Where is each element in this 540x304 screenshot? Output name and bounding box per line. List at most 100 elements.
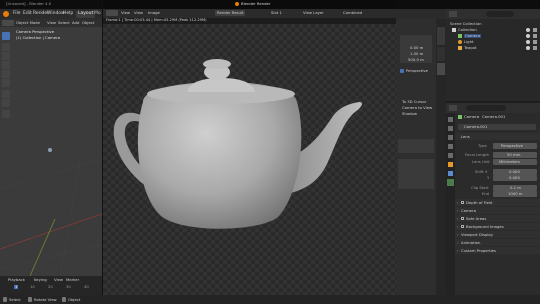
outliner[interactable]: Scene Collection Collection Camera Light…	[446, 9, 540, 101]
editor-type-icon[interactable]	[2, 20, 14, 26]
viewport-menu-add[interactable]: Add	[72, 21, 79, 25]
scale-tool-icon[interactable]	[2, 70, 10, 78]
blender-logo-icon[interactable]	[3, 11, 9, 17]
lens-unit-dropdown[interactable]: Millimeters	[493, 159, 537, 165]
timeline-menu-marker[interactable]: Marker	[66, 278, 79, 282]
camera-option[interactable]: Shadow	[402, 112, 417, 116]
menu-edit[interactable]: Edit	[23, 11, 32, 17]
menu-help[interactable]: Help	[63, 11, 73, 17]
status-object-hint: Object	[68, 296, 81, 302]
transform-tool-icon[interactable]	[2, 79, 10, 87]
3d-viewport[interactable]	[0, 19, 102, 295]
object-mode-dropdown[interactable]: Object Mode	[16, 21, 40, 25]
sidebar-tab-tool[interactable]	[437, 47, 445, 61]
camera-option[interactable]: Camera to View	[402, 106, 432, 110]
measure-tool-icon[interactable]	[2, 99, 10, 107]
checkbox-icon[interactable]	[400, 69, 404, 73]
clip-end-field[interactable]: 1000 m	[493, 191, 537, 197]
render-toggle-icon[interactable]	[533, 28, 537, 32]
camera-data-tab-icon[interactable]	[447, 179, 454, 186]
animation-section[interactable]: › Animation	[455, 239, 540, 246]
camera-data-selector[interactable]: Camera.001	[458, 124, 536, 130]
lens-type-dropdown[interactable]: Perspective	[493, 143, 537, 149]
tool-shelf	[2, 32, 10, 122]
current-frame-indicator[interactable]: 1	[14, 285, 19, 289]
safe-areas-section[interactable]: › Safe Areas	[455, 215, 540, 222]
shift-y-field[interactable]: 0.000	[493, 175, 537, 181]
checkbox-icon[interactable]	[461, 225, 464, 228]
viewport-display-section[interactable]: › Viewport Display	[455, 231, 540, 238]
field-label: Focal Length	[465, 152, 490, 157]
view-value-field[interactable]: 1.00 m	[410, 52, 423, 56]
timeline[interactable]: Playback Keying View Marker 1 10 20 30 4…	[0, 276, 102, 295]
cursor-tool-icon[interactable]	[2, 43, 10, 51]
editor-type-icon[interactable]	[106, 10, 118, 16]
scene-tab-icon[interactable]	[448, 144, 453, 149]
output-tab-icon[interactable]	[448, 135, 453, 140]
annotate-tool-icon[interactable]	[2, 90, 10, 98]
visibility-icon[interactable]	[526, 40, 530, 44]
object-tab-icon[interactable]	[448, 162, 453, 167]
outliner-item-camera[interactable]: Camera	[464, 34, 481, 38]
world-tab-icon[interactable]	[448, 153, 453, 158]
constraints-tab-icon[interactable]	[448, 171, 453, 176]
viewport-menu-view[interactable]: View	[47, 21, 56, 25]
header-menu-image[interactable]: Image	[148, 11, 160, 15]
render-toggle-icon[interactable]	[533, 34, 537, 38]
visibility-icon[interactable]	[526, 34, 530, 38]
outliner-search-input[interactable]	[486, 11, 514, 17]
sidebar-tab-view[interactable]	[437, 63, 445, 75]
outliner-item-light[interactable]: Light	[464, 40, 473, 44]
viewport-menu-select[interactable]: Select	[58, 21, 70, 25]
add-cube-tool-icon[interactable]	[2, 110, 10, 118]
field-label: Y	[487, 175, 490, 180]
outliner-item-collection[interactable]: Collection	[458, 28, 477, 32]
outliner-editor-icon[interactable]	[449, 11, 457, 17]
view-layer-dropdown[interactable]: View Layer	[303, 11, 324, 15]
view-value-field[interactable]: 500.0 m	[408, 58, 424, 62]
lens-section-header[interactable]: Lens	[455, 133, 540, 140]
outliner-item-teapot[interactable]: Teapot	[464, 46, 477, 50]
checkbox-icon[interactable]	[461, 217, 464, 220]
viewport-menu-object[interactable]: Object	[82, 21, 94, 25]
header-menu-view[interactable]: View	[134, 11, 143, 15]
field-label: End	[482, 191, 490, 196]
camera-option[interactable]: To 3D Cursor	[402, 100, 426, 104]
visibility-icon[interactable]	[526, 46, 530, 50]
view-value-field[interactable]: 0.00 m	[410, 46, 423, 50]
render-canvas[interactable]	[103, 24, 396, 304]
sidebar-tab-item[interactable]	[437, 27, 445, 45]
properties-editor-icon[interactable]	[449, 105, 457, 111]
slot-dropdown[interactable]: Slot 1	[271, 11, 282, 15]
visibility-icon[interactable]	[526, 28, 530, 32]
render-toggle-icon[interactable]	[533, 46, 537, 50]
properties-header	[446, 103, 540, 113]
section-label: Animation	[461, 239, 481, 245]
rotate-tool-icon[interactable]	[2, 61, 10, 69]
render-tab-icon[interactable]	[448, 126, 453, 131]
background-images-section[interactable]: › Background Images	[455, 223, 540, 230]
tool-tab-icon[interactable]	[448, 117, 453, 122]
depth-of-field-section[interactable]: › Depth of Field	[455, 199, 540, 206]
checkbox-icon[interactable]	[461, 201, 464, 204]
timeline-menu-keying[interactable]: Keying	[34, 278, 47, 282]
header-view-dropdown[interactable]: View	[121, 11, 130, 15]
camera-section[interactable]: › Camera	[455, 207, 540, 214]
render-pass-dropdown[interactable]: Combined	[343, 11, 362, 15]
properties-search-input[interactable]	[466, 105, 506, 111]
focal-length-field[interactable]: 50 mm	[493, 152, 537, 158]
render-toggle-icon[interactable]	[533, 40, 537, 44]
move-tool-icon[interactable]	[2, 52, 10, 60]
field-label: Clip Start	[471, 185, 489, 190]
scene-collection-label[interactable]: Scene Collection	[450, 22, 482, 26]
frame-tick: 40	[84, 284, 89, 289]
status-select-hint: Select	[9, 296, 21, 302]
viewport-center-icon	[48, 148, 52, 152]
image-selector[interactable]: Render Result	[215, 10, 246, 16]
mouse-left-icon	[3, 297, 7, 302]
custom-properties-section[interactable]: › Custom Properties	[455, 247, 540, 254]
menu-file[interactable]: File	[13, 11, 21, 17]
select-tool-icon[interactable]	[2, 32, 10, 40]
timeline-menu-view[interactable]: View	[54, 278, 63, 282]
timeline-menu-playback[interactable]: Playback	[8, 278, 25, 282]
